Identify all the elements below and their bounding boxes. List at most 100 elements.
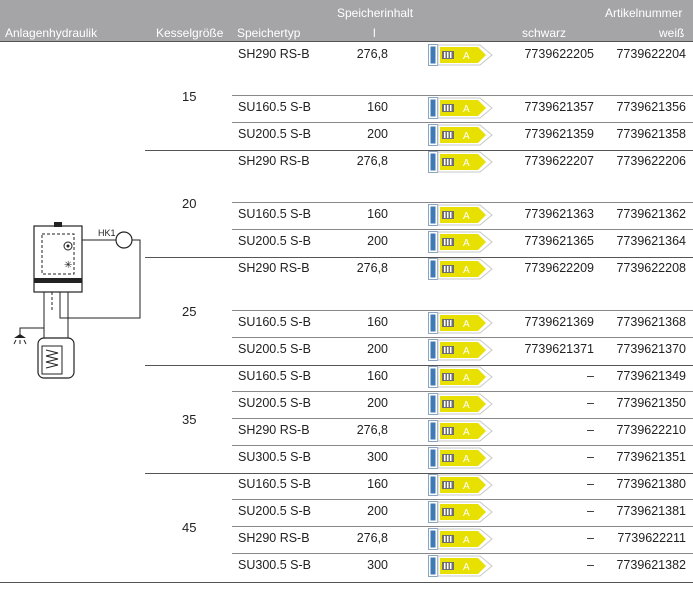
tank-type: SU200.5 S-B xyxy=(238,396,311,410)
tank-type: SU160.5 S-B xyxy=(238,207,311,221)
row-divider xyxy=(232,526,693,527)
row-divider xyxy=(232,418,693,419)
article-white: 7739622210 xyxy=(616,423,686,437)
energy-class-text: A xyxy=(463,346,470,357)
boiler-size: 35 xyxy=(182,412,197,427)
row-divider xyxy=(232,499,693,500)
tank-type: SU160.5 S-B xyxy=(238,369,311,383)
article-white: 7739622211 xyxy=(617,531,686,545)
energy-label-icon: A xyxy=(428,231,493,253)
article-black: – xyxy=(587,450,594,464)
group-divider xyxy=(145,150,693,151)
tank-type: SU160.5 S-B xyxy=(238,315,311,329)
energy-label-icon: A xyxy=(428,151,493,173)
group-divider xyxy=(145,365,693,366)
energy-class-text: A xyxy=(463,535,470,546)
article-white: 7739621362 xyxy=(616,207,686,221)
energy-class-text: A xyxy=(463,131,470,142)
energy-label-icon: A xyxy=(428,474,493,496)
tank-type: SH290 RS-B xyxy=(238,154,310,168)
article-black: 7739621363 xyxy=(524,207,594,221)
tank-type: SH290 RS-B xyxy=(238,531,310,545)
article-black: 7739621357 xyxy=(524,100,594,114)
energy-label-icon: A xyxy=(428,44,493,66)
header-row-columns: Anlagenhydraulik Kesselgröße Speichertyp… xyxy=(0,22,693,41)
group-divider xyxy=(145,582,693,583)
row-divider xyxy=(232,122,693,123)
tank-type: SU300.5 S-B xyxy=(238,450,311,464)
left-column-bottom-rule xyxy=(0,582,145,583)
energy-class-text: A xyxy=(463,51,470,62)
tank-volume: 300 xyxy=(367,450,388,464)
article-black: – xyxy=(587,558,594,572)
article-black: – xyxy=(587,369,594,383)
article-white: 7739621381 xyxy=(616,504,686,518)
tank-type: SU200.5 S-B xyxy=(238,234,311,248)
boiler-size: 25 xyxy=(182,304,197,319)
row-divider xyxy=(232,310,693,311)
article-white: 7739621368 xyxy=(616,315,686,329)
header-boiler-size: Kesselgröße xyxy=(156,26,224,40)
table-top-rule xyxy=(0,41,693,42)
article-white: 7739621364 xyxy=(616,234,686,248)
tank-volume: 300 xyxy=(367,558,388,572)
tank-type: SU160.5 S-B xyxy=(238,477,311,491)
article-black: 7739622209 xyxy=(524,261,594,275)
group-divider xyxy=(145,257,693,258)
energy-label-icon: A xyxy=(428,555,493,577)
energy-label-icon: A xyxy=(428,393,493,415)
row-divider xyxy=(232,202,693,203)
tank-type: SU300.5 S-B xyxy=(238,558,311,572)
row-divider xyxy=(232,445,693,446)
row-divider xyxy=(232,229,693,230)
energy-label-icon: A xyxy=(428,366,493,388)
article-white: 7739621349 xyxy=(616,369,686,383)
header-hydraulics: Anlagenhydraulik xyxy=(5,26,98,40)
energy-class-text: A xyxy=(463,454,470,465)
energy-class-text: A xyxy=(463,400,470,411)
tank-volume: 160 xyxy=(367,100,388,114)
header-row-top: Speicherinhalt Artikelnummer xyxy=(0,0,693,22)
energy-label-icon: A xyxy=(428,124,493,146)
article-black: 7739621365 xyxy=(524,234,594,248)
tank-volume: 276,8 xyxy=(356,261,388,275)
tank-volume: 200 xyxy=(367,396,388,410)
tank-volume: 160 xyxy=(367,477,388,491)
energy-label-icon: A xyxy=(428,97,493,119)
tank-type: SH290 RS-B xyxy=(238,423,310,437)
header-black: schwarz xyxy=(522,26,567,40)
article-white: 7739621351 xyxy=(616,450,686,464)
header-white: weiß xyxy=(659,26,685,40)
article-white: 7739621370 xyxy=(616,342,686,356)
energy-class-text: A xyxy=(463,319,470,330)
tank-volume: 160 xyxy=(367,369,388,383)
boiler-size: 45 xyxy=(182,520,197,535)
article-black: – xyxy=(587,531,594,545)
tank-volume: 276,8 xyxy=(356,47,388,61)
energy-class-text: A xyxy=(463,158,470,169)
energy-label-icon: A xyxy=(428,528,493,550)
article-white: 7739621382 xyxy=(616,558,686,572)
header-tank-type: Speichertyp xyxy=(237,26,301,40)
article-white: 7739621380 xyxy=(616,477,686,491)
article-white: 7739621356 xyxy=(616,100,686,114)
row-divider xyxy=(232,337,693,338)
circuit-label: HK1 xyxy=(98,228,116,238)
article-white: 7739622204 xyxy=(616,47,686,61)
tank-volume: 200 xyxy=(367,342,388,356)
row-divider xyxy=(232,95,693,96)
energy-class-text: A xyxy=(463,238,470,249)
tank-volume: 276,8 xyxy=(356,423,388,437)
article-white: 7739621358 xyxy=(616,127,686,141)
row-divider xyxy=(232,391,693,392)
energy-class-text: A xyxy=(463,508,470,519)
energy-label-icon: A xyxy=(428,420,493,442)
article-black: – xyxy=(587,477,594,491)
tank-volume: 200 xyxy=(367,504,388,518)
article-black: – xyxy=(587,396,594,410)
group-divider xyxy=(145,473,693,474)
header-storage-content: Speicherinhalt xyxy=(337,6,414,20)
tank-type: SU200.5 S-B xyxy=(238,342,311,356)
article-white: 7739622206 xyxy=(616,154,686,168)
energy-class-text: A xyxy=(463,211,470,222)
